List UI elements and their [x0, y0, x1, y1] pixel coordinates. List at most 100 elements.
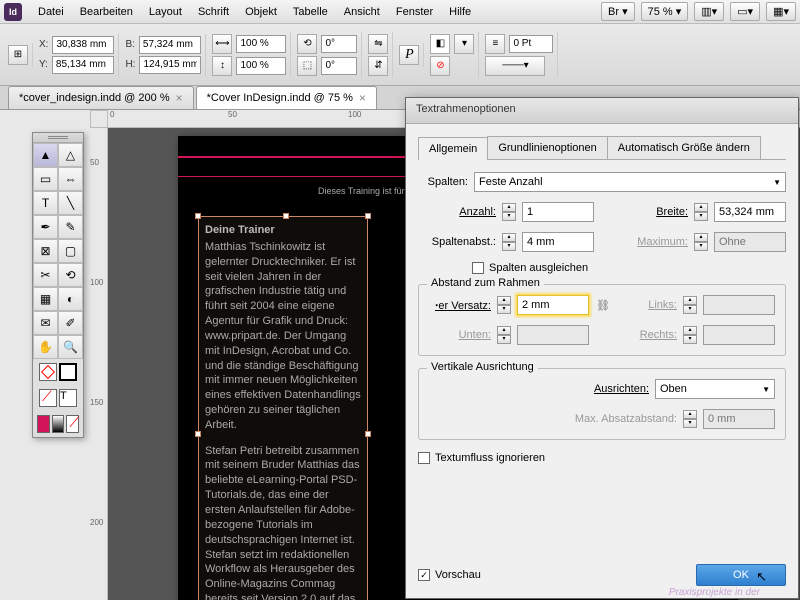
direct-selection-tool[interactable]: △ — [58, 143, 83, 167]
rectangle-tool[interactable]: ▢ — [58, 239, 83, 263]
width-spinner[interactable]: ▴▾ — [694, 203, 708, 221]
top-inset-input[interactable] — [517, 295, 589, 315]
shear-input[interactable] — [321, 57, 357, 75]
bottom-inset-input — [517, 325, 589, 345]
zoom-tool[interactable]: 🔍 — [58, 335, 83, 359]
x-input[interactable] — [52, 36, 114, 54]
left-inset-spinner: ▴▾ — [683, 296, 697, 314]
valign-fieldset: Vertikale Ausrichtung Ausrichten: Oben▼ … — [418, 368, 786, 440]
ok-button[interactable]: OK↖ — [696, 564, 786, 586]
gradient-tool[interactable]: ▦ — [33, 287, 58, 311]
no-fill-icon[interactable]: ⊘ — [430, 56, 450, 76]
w-input[interactable] — [139, 36, 201, 54]
resize-handle[interactable] — [195, 431, 201, 437]
gap-tool[interactable]: ⇔ — [58, 167, 83, 191]
stroke-swatch[interactable]: ▾ — [454, 34, 474, 54]
scissors-tool[interactable]: ✂ — [33, 263, 58, 287]
stroke-style[interactable]: ───▾ — [485, 56, 545, 76]
apply-gradient[interactable] — [52, 415, 65, 433]
view-mode-2[interactable]: ▭▾ — [730, 2, 760, 21]
para-spacing-spinner: ▴▾ — [683, 410, 697, 428]
width-input[interactable] — [714, 202, 786, 222]
panel-grip[interactable] — [33, 133, 83, 143]
menu-schrift[interactable]: Schrift — [190, 3, 237, 21]
count-input[interactable] — [522, 202, 594, 222]
scale-y-input[interactable] — [236, 57, 286, 75]
max-input — [714, 232, 786, 252]
max-spinner: ▴▾ — [694, 233, 708, 251]
preview-checkbox[interactable]: ✓Vorschau — [418, 569, 481, 581]
pencil-tool[interactable]: ✎ — [58, 215, 83, 239]
resize-handle[interactable] — [365, 431, 371, 437]
page-tool[interactable]: ▭ — [33, 167, 58, 191]
selection-tool[interactable]: ▲ — [33, 143, 58, 167]
gutter-spinner[interactable]: ▴▾ — [502, 233, 516, 251]
format-container[interactable]: ⟋ — [39, 389, 57, 407]
close-icon[interactable]: × — [176, 91, 183, 105]
apply-color[interactable] — [37, 415, 50, 433]
menu-fenster[interactable]: Fenster — [388, 3, 441, 21]
close-icon[interactable]: × — [359, 91, 366, 105]
zoom-dropdown[interactable]: 75 % ▾ — [641, 2, 689, 21]
balance-checkbox[interactable]: Spalten ausgleichen — [472, 262, 588, 274]
ignore-wrap-checkbox[interactable]: Textumfluss ignorieren — [418, 452, 786, 464]
resize-handle[interactable] — [365, 213, 371, 219]
text-frame[interactable]: Deine Trainer Matthias Tschinkowitz ist … — [198, 216, 368, 600]
apply-none[interactable]: ⟋ — [66, 415, 79, 433]
link-icon[interactable]: ⛓ — [595, 297, 611, 313]
control-toolbar: ⊞ X: Y: B: H: ⟷ ↕ ⟲ ⬚ ⇋ ⇵ P ◧▾ ⊘ ≡ ───▾ — [0, 24, 800, 86]
transform-tool[interactable]: ⟲ — [58, 263, 83, 287]
format-text[interactable]: T — [59, 389, 77, 407]
menu-tabelle[interactable]: Tabelle — [285, 3, 336, 21]
tab-autosize[interactable]: Automatisch Größe ändern — [607, 136, 761, 159]
gutter-input[interactable] — [522, 232, 594, 252]
fill-swatch[interactable]: ◧ — [430, 34, 450, 54]
y-input[interactable] — [52, 56, 114, 74]
doc-tab-2[interactable]: *Cover InDesign.indd @ 75 %× — [196, 86, 377, 109]
columns-type-select[interactable]: Feste Anzahl▼ — [474, 172, 786, 192]
right-inset-input — [703, 325, 775, 345]
arrange-button[interactable]: ▦▾ — [766, 2, 796, 21]
menu-hilfe[interactable]: Hilfe — [441, 3, 479, 21]
type-tool[interactable]: T — [33, 191, 58, 215]
app-icon: Id — [4, 3, 22, 21]
right-inset-label: Rechts: — [637, 329, 677, 341]
fill-color[interactable] — [39, 363, 57, 381]
note-tool[interactable]: ✉ — [33, 311, 58, 335]
count-spinner[interactable]: ▴▾ — [502, 203, 516, 221]
scale-x-input[interactable] — [236, 35, 286, 53]
eyedropper-tool[interactable]: ✐ — [58, 311, 83, 335]
h-input[interactable] — [139, 56, 201, 74]
hand-tool[interactable]: ✋ — [33, 335, 58, 359]
resize-handle[interactable] — [283, 213, 289, 219]
menu-objekt[interactable]: Objekt — [237, 3, 285, 21]
bridge-button[interactable]: Br ▾ — [601, 2, 635, 21]
flip-v-icon[interactable]: ⇵ — [368, 56, 388, 76]
view-mode-1[interactable]: ▥▾ — [694, 2, 724, 21]
stroke-color[interactable] — [59, 363, 77, 381]
tools-panel: ▲△ ▭⇔ T╲ ✒✎ ⊠▢ ✂⟲ ▦◐ ✉✐ ✋🔍 ⟋ T ⟋ — [32, 132, 84, 438]
reference-point[interactable]: ⊞ — [8, 45, 28, 65]
stroke-weight-icon: ≡ — [485, 34, 505, 54]
width-label: Breite: — [610, 206, 688, 218]
menu-datei[interactable]: Datei — [30, 3, 72, 21]
flip-h-icon[interactable]: ⇋ — [368, 34, 388, 54]
tab-general[interactable]: Allgemein — [418, 137, 488, 160]
menu-bearbeiten[interactable]: Bearbeiten — [72, 3, 141, 21]
doc-tab-1[interactable]: *cover_indesign.indd @ 200 %× — [8, 86, 194, 109]
stroke-weight-input[interactable] — [509, 35, 553, 53]
line-tool[interactable]: ╲ — [58, 191, 83, 215]
pen-tool[interactable]: ✒ — [33, 215, 58, 239]
rectangle-frame-tool[interactable]: ⊠ — [33, 239, 58, 263]
top-inset-spinner[interactable]: ▴▾ — [497, 296, 511, 314]
resize-handle[interactable] — [195, 213, 201, 219]
tab-baseline[interactable]: Grundlinienoptionen — [487, 136, 607, 159]
ruler-vertical[interactable]: 50 100 150 200 — [90, 128, 108, 600]
menu-layout[interactable]: Layout — [141, 3, 190, 21]
bottom-inset-label: Unten: — [429, 329, 491, 341]
rotate-icon: ⟲ — [297, 34, 317, 54]
gradient-feather-tool[interactable]: ◐ — [58, 287, 83, 311]
rotate-input[interactable] — [321, 35, 357, 53]
menu-ansicht[interactable]: Ansicht — [336, 3, 388, 21]
align-select[interactable]: Oben▼ — [655, 379, 775, 399]
